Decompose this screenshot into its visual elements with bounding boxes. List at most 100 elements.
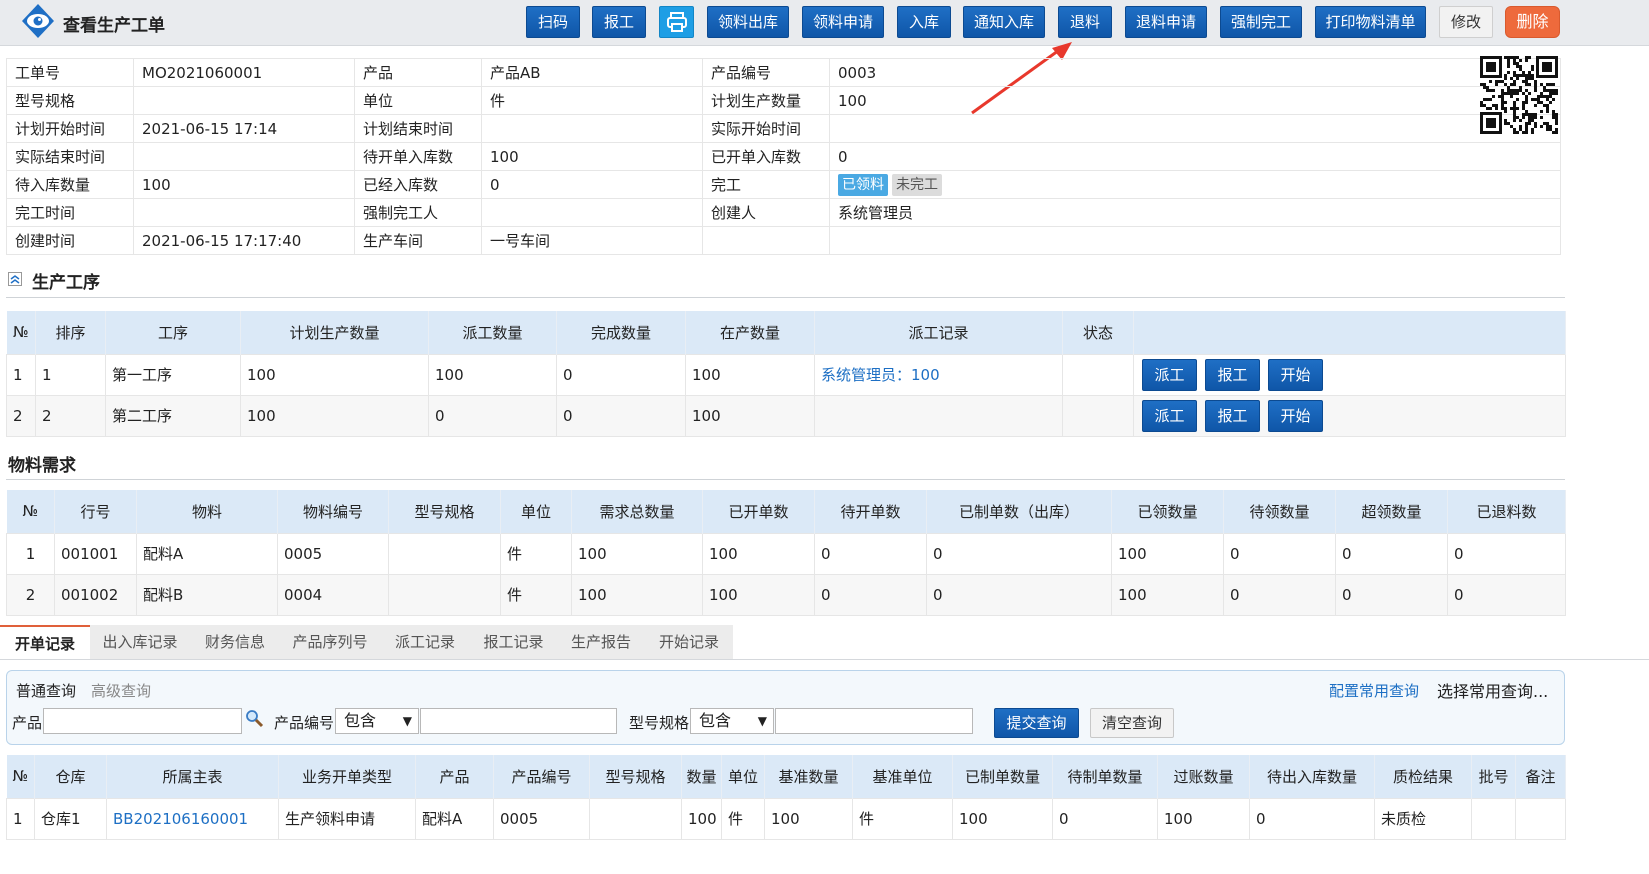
eye-logo-icon: [22, 4, 54, 38]
dispatch-record-cell: [814, 394, 1063, 437]
record-column-header: 已制单数量: [952, 755, 1053, 798]
table-cell: 未质检: [1374, 797, 1472, 840]
table-cell: 件: [852, 797, 953, 840]
table-cell: 0: [1335, 532, 1448, 575]
product-code-operator-select[interactable]: 包含 ▼: [335, 708, 419, 734]
parent-doc-link[interactable]: BB202106160001: [106, 797, 279, 840]
dispatch-record-cell[interactable]: 系统管理员：100: [814, 353, 1063, 396]
table-cell: 0: [1223, 532, 1336, 575]
tab-1[interactable]: 出入库记录: [90, 625, 190, 659]
table-cell: 100: [571, 573, 703, 616]
table-cell: 100: [1157, 797, 1250, 840]
config-common-query-link[interactable]: 配置常用查询: [1329, 680, 1419, 701]
issue-apply-button[interactable]: 领料申请: [802, 6, 884, 38]
normal-query-tab[interactable]: 普通查询: [16, 680, 76, 701]
tab-0[interactable]: 开单记录: [0, 625, 90, 659]
tab-3[interactable]: 产品序列号: [280, 625, 380, 659]
record-column-header: 产品编号: [493, 755, 590, 798]
table-cell: [1062, 353, 1134, 396]
table-cell: 0: [814, 532, 927, 575]
tab-5[interactable]: 报工记录: [470, 625, 557, 659]
info-label: 工单号: [6, 58, 134, 87]
spec-input[interactable]: [775, 708, 973, 734]
info-label: 已经入库数: [354, 170, 482, 199]
info-label: [702, 226, 830, 255]
material-column-header: 待领数量: [1223, 490, 1336, 533]
table-cell: 0004: [277, 573, 389, 616]
record-column-header: 基准数量: [764, 755, 853, 798]
clear-query-button[interactable]: 清空查询: [1090, 708, 1174, 738]
start-button[interactable]: 开始: [1268, 399, 1323, 432]
info-value: 一号车间: [481, 226, 703, 255]
table-cell: [589, 797, 682, 840]
completion-status-cell: 已领料 未完工: [829, 170, 1561, 199]
start-button[interactable]: 开始: [1268, 358, 1323, 391]
table-cell: 0: [1052, 797, 1158, 840]
scan-button[interactable]: 扫码: [526, 6, 580, 38]
info-value: [829, 226, 1561, 255]
report-button[interactable]: 报工: [592, 6, 646, 38]
table-cell: 0: [556, 394, 686, 437]
material-column-header: 已退料数: [1447, 490, 1566, 533]
return-button[interactable]: 退料: [1058, 6, 1112, 38]
dispatch-button[interactable]: 派工: [1142, 399, 1197, 432]
spec-operator-value: 包含: [699, 711, 732, 730]
print-list-button[interactable]: 打印物料清单: [1315, 6, 1426, 38]
tab-7[interactable]: 开始记录: [645, 625, 733, 659]
stock-in-button[interactable]: 入库: [897, 6, 951, 38]
table-cell: 100: [1111, 573, 1224, 616]
tab-2[interactable]: 财务信息: [190, 625, 280, 659]
table-cell: 100: [764, 797, 853, 840]
record-column-header: 质检结果: [1374, 755, 1472, 798]
report-work-button[interactable]: 报工: [1205, 399, 1260, 432]
process-column-header: 状态: [1062, 311, 1134, 354]
spec-operator-select[interactable]: 包含 ▼: [690, 708, 774, 734]
info-value: 系统管理员: [829, 198, 1561, 227]
table-cell: 仓库1: [34, 797, 107, 840]
record-column-header: 业务开单类型: [278, 755, 416, 798]
material-column-header: 需求总数量: [571, 490, 703, 533]
tab-6[interactable]: 生产报告: [557, 625, 645, 659]
table-cell: 生产领料申请: [278, 797, 416, 840]
advanced-query-tab[interactable]: 高级查询: [91, 680, 151, 701]
table-cell: 100: [702, 573, 815, 616]
issue-out-button[interactable]: 领料出库: [707, 6, 789, 38]
info-value: MO2021060001: [133, 58, 355, 87]
submit-query-button[interactable]: 提交查询: [994, 708, 1079, 738]
edit-button[interactable]: 修改: [1439, 6, 1493, 38]
search-icon[interactable]: [245, 709, 265, 729]
table-cell: 件: [500, 532, 572, 575]
print-button[interactable]: [659, 6, 694, 38]
return-apply-button[interactable]: 退料申请: [1125, 6, 1207, 38]
dispatch-button[interactable]: 派工: [1142, 358, 1197, 391]
report-work-button[interactable]: 报工: [1205, 358, 1260, 391]
tab-4[interactable]: 派工记录: [380, 625, 470, 659]
delete-button[interactable]: 删除: [1505, 6, 1560, 38]
table-cell: 0: [1447, 573, 1566, 616]
table-cell: 0005: [493, 797, 590, 840]
table-row: 2 2 第二工序 100 0 0 100 派工 报工 开始: [6, 394, 1566, 437]
info-value: 件: [481, 86, 703, 115]
common-query-select[interactable]: 选择常用查询...: [1437, 678, 1563, 702]
info-value: 100: [829, 86, 1561, 115]
process-column-header: 在产数量: [685, 311, 815, 354]
table-cell: 0005: [277, 532, 389, 575]
product-input[interactable]: [43, 708, 242, 734]
info-label: 实际结束时间: [6, 142, 134, 171]
force-complete-button[interactable]: 强制完工: [1220, 6, 1302, 38]
table-cell: 100: [702, 532, 815, 575]
notify-in-button[interactable]: 通知入库: [963, 6, 1045, 38]
info-label: 完工时间: [6, 198, 134, 227]
collapse-up-icon[interactable]: [8, 272, 22, 286]
info-label: 产品编号: [702, 58, 830, 87]
product-code-input[interactable]: [420, 708, 617, 734]
product-label: 产品: [12, 714, 43, 732]
table-cell: 0: [814, 573, 927, 616]
table-cell: 1: [6, 532, 55, 575]
material-column-header: 物料: [136, 490, 278, 533]
process-column-header: [1133, 311, 1566, 354]
table-cell: 第二工序: [105, 394, 241, 437]
material-column-header: 行号: [54, 490, 137, 533]
product-code-label: 产品编号: [274, 714, 335, 732]
table-cell: 100: [681, 797, 722, 840]
